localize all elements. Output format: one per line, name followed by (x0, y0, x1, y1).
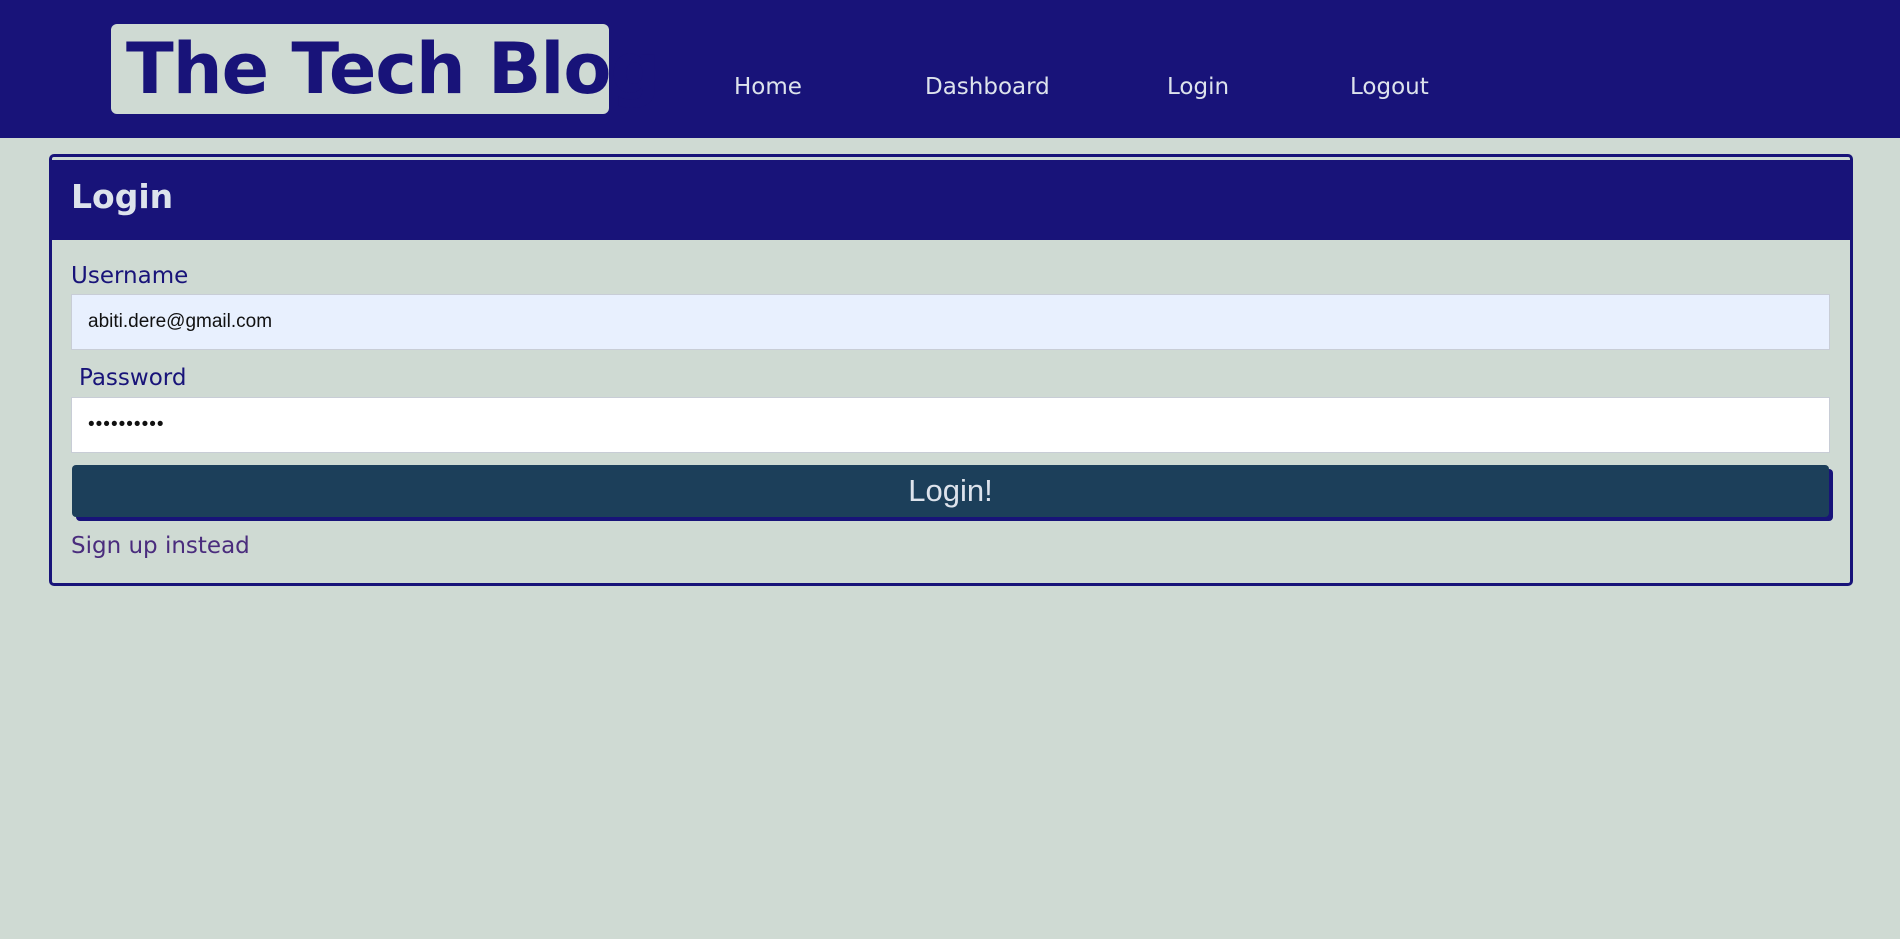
signup-link[interactable]: Sign up instead (71, 535, 250, 558)
login-card-header: Login (52, 160, 1850, 240)
username-input[interactable] (71, 294, 1830, 350)
login-form: Login Username Password Login! Sign up i… (49, 154, 1853, 586)
login-title: Login (71, 177, 174, 216)
site-header: The Tech Blog Home Dashboard Login Logou… (0, 0, 1900, 138)
site-title: The Tech Blog (126, 28, 661, 110)
password-label: Password (79, 365, 187, 391)
nav-logout-link[interactable]: Logout (1350, 74, 1429, 100)
username-label: Username (71, 263, 189, 289)
nav-dashboard-link[interactable]: Dashboard (925, 74, 1050, 100)
login-submit-button[interactable]: Login! (72, 465, 1829, 517)
nav-login-link[interactable]: Login (1167, 74, 1229, 100)
site-logo[interactable]: The Tech Blog (111, 24, 661, 114)
nav-home-link[interactable]: Home (734, 74, 802, 100)
password-input[interactable] (71, 397, 1830, 453)
